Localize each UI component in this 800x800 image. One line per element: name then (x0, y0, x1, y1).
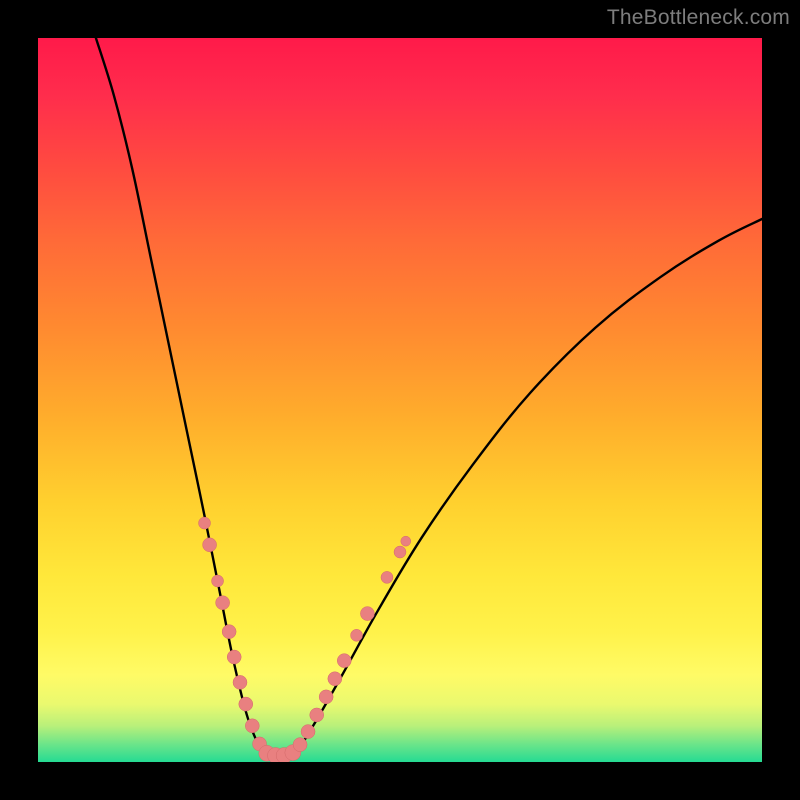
scatter-dot[interactable] (293, 738, 307, 752)
scatter-dot[interactable] (360, 607, 374, 621)
scatter-dot[interactable] (245, 719, 259, 733)
scatter-dot[interactable] (351, 629, 363, 641)
scatter-dot[interactable] (310, 708, 324, 722)
scatter-dot[interactable] (319, 690, 333, 704)
chart-svg (38, 38, 762, 762)
scatter-dot[interactable] (381, 571, 393, 583)
scatter-dot[interactable] (203, 538, 217, 552)
scatter-dot[interactable] (301, 725, 315, 739)
plot-area (38, 38, 762, 762)
scatter-dot[interactable] (337, 654, 351, 668)
scatter-dot[interactable] (328, 672, 342, 686)
scatter-dot[interactable] (233, 675, 247, 689)
bottleneck-curve (96, 38, 762, 758)
scatter-dot[interactable] (216, 596, 230, 610)
scatter-dot[interactable] (394, 546, 406, 558)
scatter-dot[interactable] (227, 650, 241, 664)
scatter-dot[interactable] (239, 697, 253, 711)
scatter-layer (199, 517, 411, 762)
watermark-text: TheBottleneck.com (607, 6, 790, 30)
scatter-dot[interactable] (222, 625, 236, 639)
curve-layer (96, 38, 762, 758)
scatter-dot[interactable] (199, 517, 211, 529)
chart-frame: TheBottleneck.com (0, 0, 800, 800)
scatter-dot[interactable] (401, 536, 411, 546)
scatter-dot[interactable] (212, 575, 224, 587)
